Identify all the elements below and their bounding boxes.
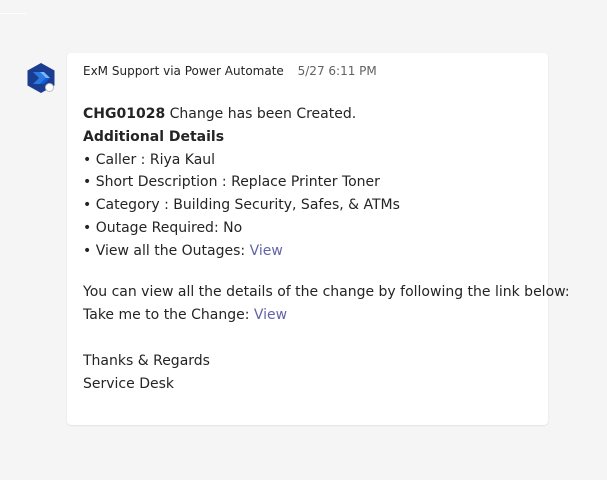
team-name: Service Desk — [83, 375, 174, 392]
info-text: You can view all the details of the chan… — [83, 284, 570, 301]
change-id: CHG01028 — [83, 106, 166, 122]
detail-outage-required: • Outage Required: No — [83, 217, 541, 240]
detail-label: Short Description : — [95, 174, 232, 191]
details-heading: Additional Details — [83, 128, 225, 145]
detail-short-description: • Short Description : Replace Printer To… — [83, 171, 541, 194]
change-link-line: Take me to the Change: View — [83, 304, 541, 327]
presence-status-icon — [45, 83, 54, 92]
bullet: • — [83, 151, 92, 168]
message-timestamp: 5/27 6:11 PM — [297, 64, 377, 78]
sender-name: ExM Support via Power Automate — [83, 64, 284, 78]
detail-label: Outage Required: — [95, 219, 224, 236]
bullet: • — [83, 219, 92, 236]
detail-value: Replace Printer Toner — [231, 174, 380, 191]
detail-value: Riya Kaul — [149, 151, 216, 168]
avatar[interactable] — [25, 62, 57, 94]
detail-caller: • Caller : Riya Kaul — [83, 149, 541, 172]
detail-view-outages: • View all the Outages: View — [83, 240, 541, 263]
detail-category: • Category : Building Security, Safes, &… — [83, 194, 541, 217]
detail-label: View all the Outages: — [95, 242, 250, 259]
message-header: ExM Support via Power Automate 5/27 6:11… — [83, 64, 377, 78]
bullet: • — [83, 242, 92, 259]
divider — [0, 13, 26, 14]
bullet: • — [83, 174, 92, 191]
change-created-line: CHG01028 Change has been Created. — [83, 103, 541, 126]
bullet: • — [83, 197, 92, 214]
detail-label: Category : — [95, 197, 174, 214]
message-card: ExM Support via Power Automate 5/27 6:11… — [67, 53, 570, 425]
change-link-label: Take me to the Change: — [83, 306, 254, 323]
view-outages-link[interactable]: View — [250, 243, 283, 259]
view-change-link[interactable]: View — [254, 307, 287, 323]
message-body: CHG01028 Change has been Created. Additi… — [83, 103, 570, 395]
detail-label: Caller : — [95, 151, 150, 168]
detail-value: Building Security, Safes, & ATMs — [173, 197, 400, 214]
detail-value: No — [223, 219, 243, 236]
change-created-text: Change has been Created. — [165, 106, 357, 122]
signoff: Thanks & Regards — [83, 352, 210, 369]
